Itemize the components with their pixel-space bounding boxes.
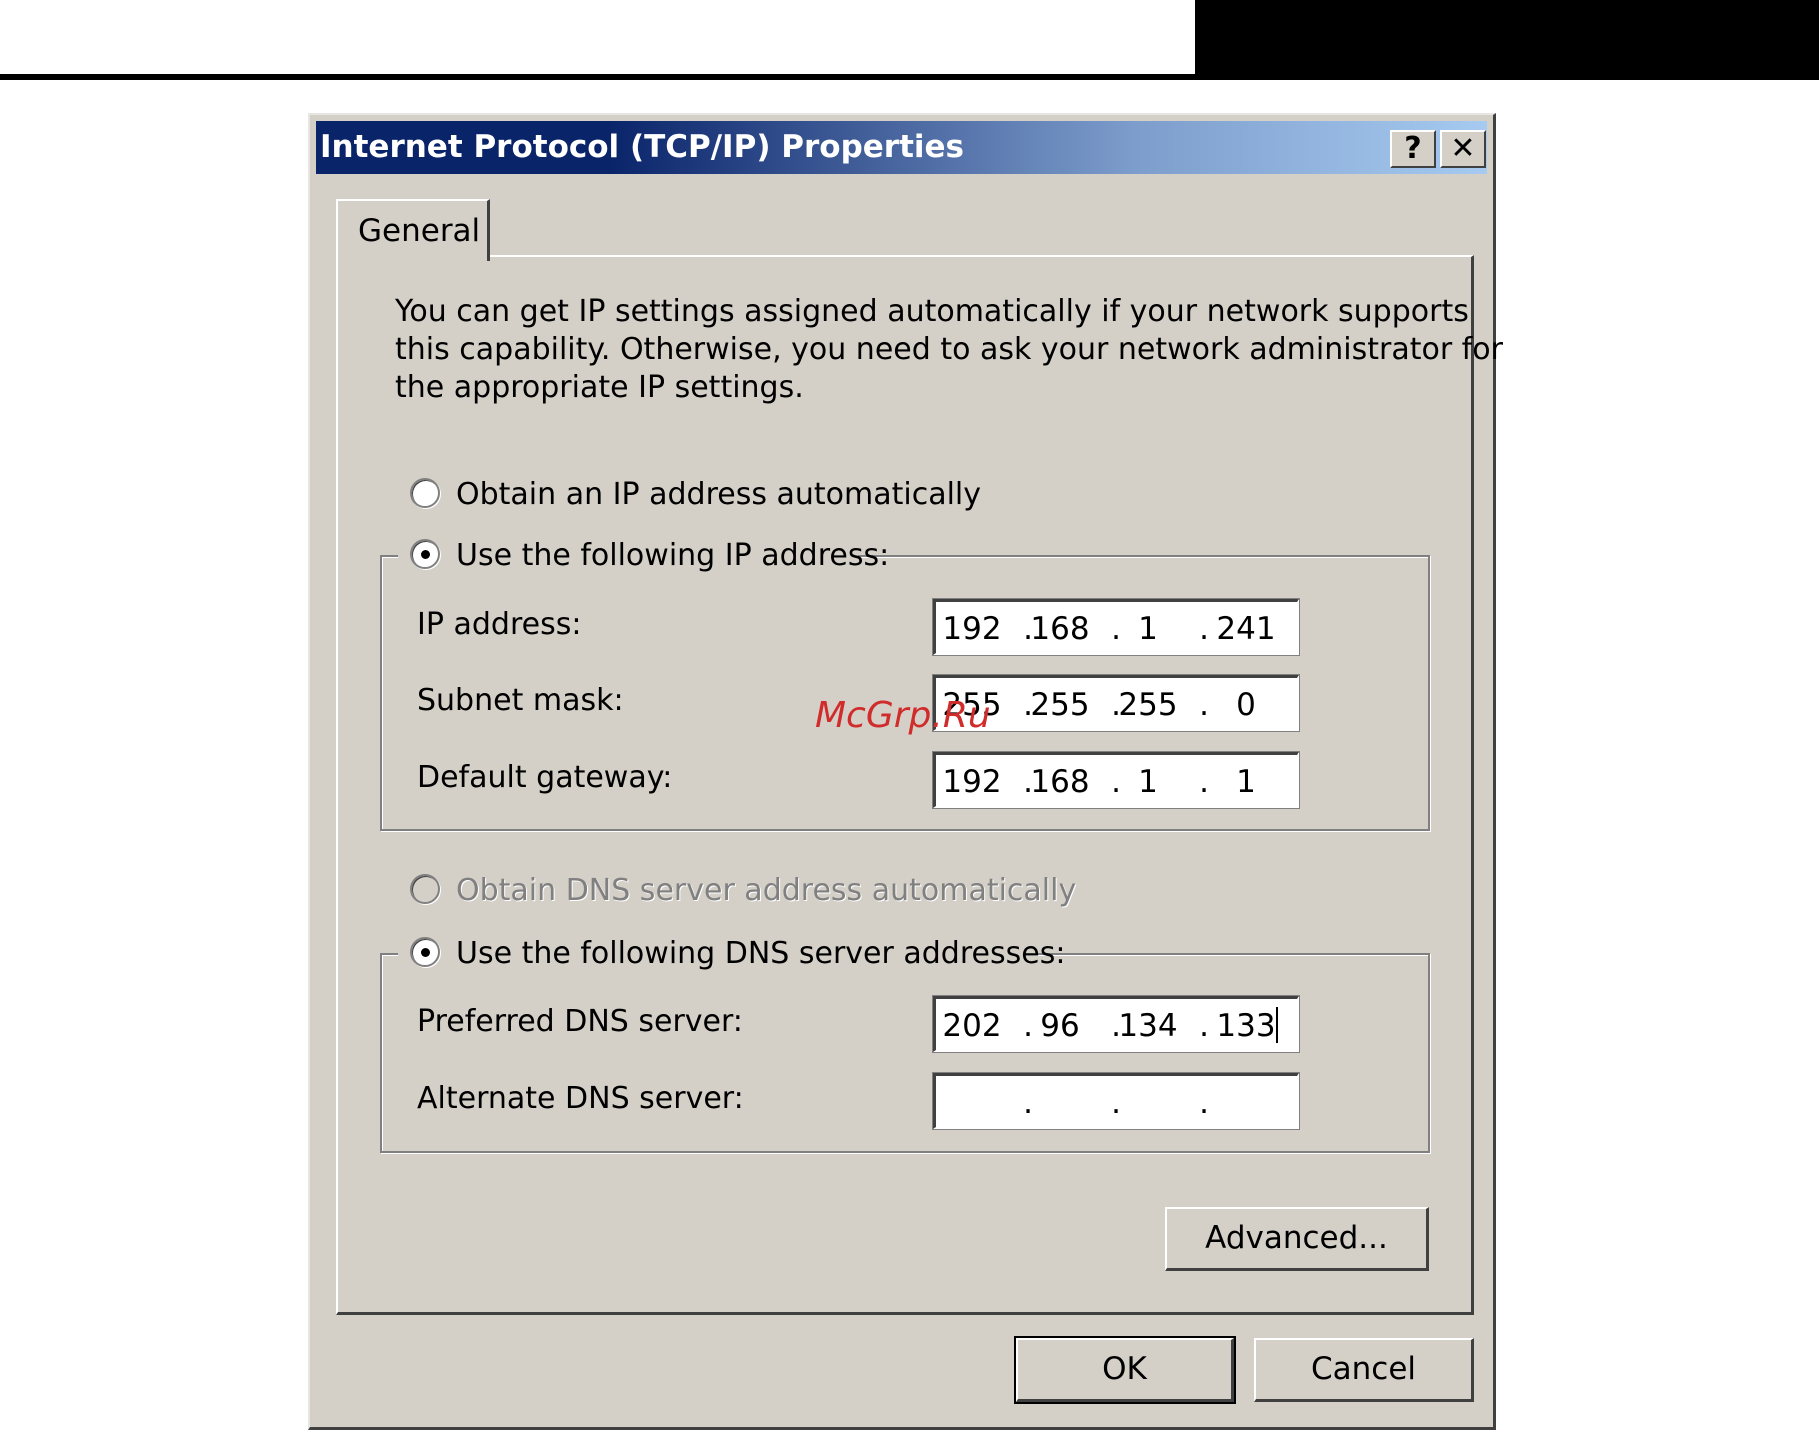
ip-octet: 168: [1030, 764, 1090, 800]
preferred-dns-input[interactable]: 202 . 96 . 134 . 133: [933, 996, 1299, 1052]
use-following-ip-label[interactable]: Use the following IP address:: [456, 538, 889, 573]
obtain-ip-auto-label[interactable]: Obtain an IP address automatically: [456, 477, 981, 512]
use-following-dns-label[interactable]: Use the following DNS server addresses:: [456, 936, 1065, 971]
ip-dot: .: [1199, 611, 1209, 647]
tcpip-properties-dialog: Internet Protocol (TCP/IP) Properties ? …: [308, 113, 1503, 1430]
cancel-button-label: Cancel: [1310, 1351, 1417, 1387]
ip-octet: 1: [1236, 764, 1256, 800]
ip-octet: 202: [942, 1008, 1002, 1044]
ip-octet: 255: [1118, 687, 1178, 723]
ip-octet: 192: [942, 764, 1002, 800]
ip-octet: 1: [1138, 611, 1158, 647]
ip-octet: 134: [1118, 1008, 1178, 1044]
intro-line: You can get IP settings assigned automat…: [395, 294, 1469, 329]
close-icon: ✕: [1450, 131, 1476, 166]
default-gateway-label: Default gateway:: [417, 760, 673, 795]
preferred-dns-label: Preferred DNS server:: [417, 1004, 743, 1039]
dialog-title: Internet Protocol (TCP/IP) Properties: [320, 129, 965, 165]
obtain-dns-auto-radio[interactable]: [410, 874, 440, 904]
intro-line: this capability. Otherwise, you need to …: [395, 332, 1503, 367]
title-bar[interactable]: Internet Protocol (TCP/IP) Properties ? …: [316, 121, 1487, 174]
ip-octet: 133: [1216, 1008, 1276, 1044]
ok-button[interactable]: OK: [1014, 1336, 1236, 1404]
ip-octet: 0: [1236, 687, 1256, 723]
ip-address-label: IP address:: [417, 607, 582, 642]
ip-octet: 1: [1138, 764, 1158, 800]
page-header: [0, 0, 1819, 80]
ip-dot: .: [1111, 1085, 1121, 1121]
ip-address-input[interactable]: 192 . 168 . 1 . 241: [933, 599, 1299, 655]
alternate-dns-input[interactable]: . . .: [933, 1073, 1299, 1129]
use-following-dns-radio[interactable]: [410, 937, 440, 967]
ip-dot: .: [1199, 687, 1209, 723]
use-following-ip-radio[interactable]: [410, 539, 440, 569]
help-icon: ?: [1404, 131, 1422, 166]
ok-button-label: OK: [1102, 1351, 1147, 1387]
ip-octet: 192: [942, 611, 1002, 647]
ip-dot: .: [1023, 1085, 1033, 1121]
advanced-button-label: Advanced...: [1205, 1220, 1388, 1256]
ip-dot: .: [1199, 1008, 1209, 1044]
ip-octet: 96: [1040, 1008, 1080, 1044]
ip-dot: .: [1199, 764, 1209, 800]
ip-octet: 168: [1030, 611, 1090, 647]
close-button[interactable]: ✕: [1440, 130, 1486, 168]
alternate-dns-label: Alternate DNS server:: [417, 1081, 744, 1116]
obtain-dns-auto-label[interactable]: Obtain DNS server address automatically: [456, 873, 1076, 908]
header-black-block: [1195, 0, 1819, 78]
tab-general[interactable]: General: [336, 199, 490, 261]
advanced-button[interactable]: Advanced...: [1165, 1207, 1429, 1271]
obtain-ip-auto-radio[interactable]: [410, 478, 440, 508]
intro-text: You can get IP settings assigned automat…: [395, 293, 1503, 407]
tab-general-label: General: [358, 213, 481, 249]
intro-line: the appropriate IP settings.: [395, 370, 804, 405]
cancel-button[interactable]: Cancel: [1254, 1338, 1474, 1402]
help-button[interactable]: ?: [1390, 130, 1436, 168]
text-cursor: [1276, 1007, 1278, 1043]
subnet-mask-label: Subnet mask:: [417, 683, 624, 718]
ip-octet: 241: [1216, 611, 1276, 647]
watermark: McGrp.Ru: [815, 695, 991, 736]
ip-dot: .: [1199, 1085, 1209, 1121]
ip-octet: 255: [1030, 687, 1090, 723]
default-gateway-input[interactable]: 192 . 168 . 1 . 1: [933, 752, 1299, 808]
header-rule: [0, 74, 1819, 80]
